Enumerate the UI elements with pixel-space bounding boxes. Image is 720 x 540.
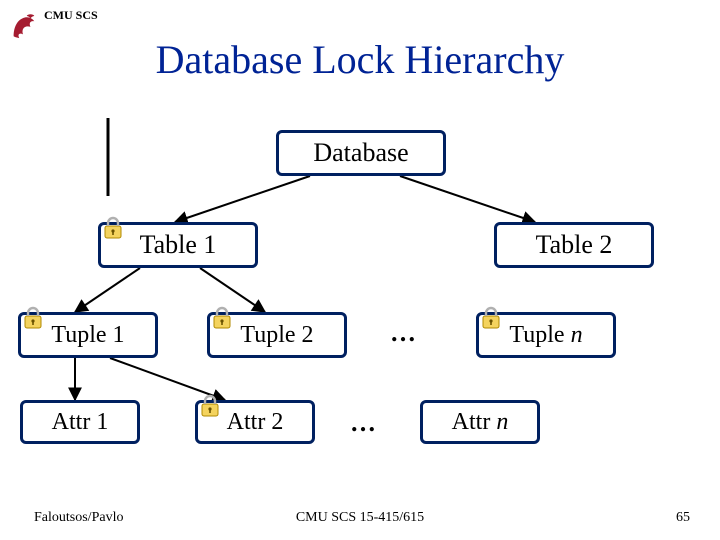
ellipsis-attrs: … (350, 408, 378, 438)
lock-icon (22, 306, 44, 330)
node-attr-n: Attr n (420, 400, 540, 444)
node-database: Database (276, 130, 446, 176)
node-attr-n-label: Attr n (452, 409, 509, 436)
lock-icon (480, 306, 502, 330)
node-attr-1: Attr 1 (20, 400, 140, 444)
lock-icon (102, 216, 124, 240)
slide-title: Database Lock Hierarchy (0, 36, 720, 83)
lock-icon (211, 306, 233, 330)
node-tuple-1-label: Tuple 1 (51, 322, 124, 349)
node-tuple-n-label: Tuple n (509, 322, 582, 349)
node-tuple-2-label: Tuple 2 (240, 322, 313, 349)
ellipsis-tuples: … (390, 318, 418, 348)
footer-page-number: 65 (676, 510, 690, 526)
node-attr-2-label: Attr 2 (227, 409, 284, 436)
node-table-2-label: Table 2 (536, 230, 613, 260)
header-org: CMU SCS (44, 8, 98, 23)
lock-icon (199, 394, 221, 418)
node-table-2: Table 2 (494, 222, 654, 268)
footer-course: CMU SCS 15-415/615 (0, 510, 720, 526)
node-database-label: Database (313, 138, 408, 168)
node-table-1-label: Table 1 (140, 230, 217, 260)
node-attr-1-label: Attr 1 (52, 409, 109, 436)
